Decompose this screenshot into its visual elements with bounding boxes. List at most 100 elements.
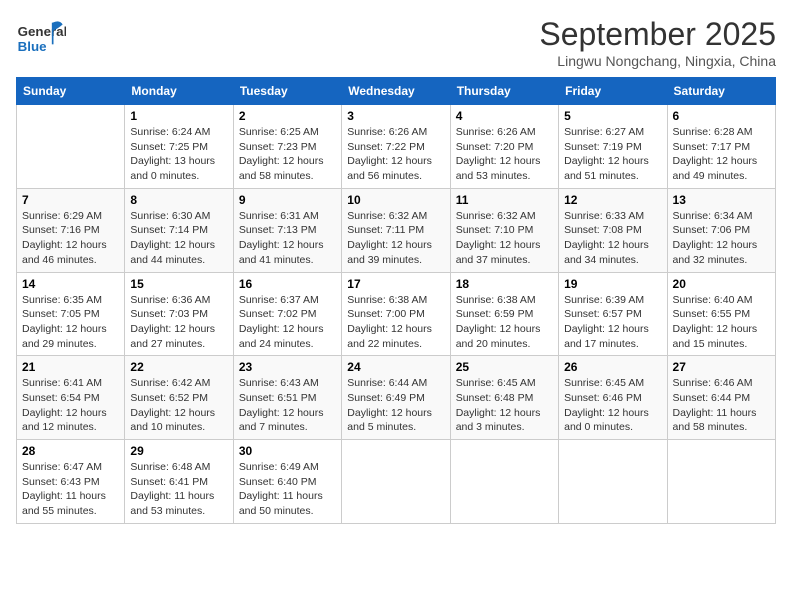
day-number: 25 [456,360,553,374]
header-friday: Friday [559,78,667,105]
day-number: 14 [22,277,119,291]
calendar-cell: 19 Sunrise: 6:39 AMSunset: 6:57 PMDayligh… [559,272,667,356]
calendar-cell [667,440,775,524]
calendar-cell: 6Sunrise: 6:28 AMSunset: 7:17 PMDaylight… [667,105,775,189]
day-info: Sunrise: 6:34 AMSunset: 7:06 PMDaylight:… [673,209,770,268]
day-number: 28 [22,444,119,458]
calendar-cell: 23Sunrise: 6:43 AMSunset: 6:51 PMDayligh… [233,356,341,440]
day-info: Sunrise: 6:36 AMSunset: 7:03 PMDaylight:… [130,293,227,352]
month-title: September 2025 [539,16,776,53]
calendar-cell: 16 Sunrise: 6:37 AMSunset: 7:02 PMDayligh… [233,272,341,356]
calendar-cell: 22 Sunrise: 6:42 AMSunset: 6:52 PMDayligh… [125,356,233,440]
calendar-cell: 20 Sunrise: 6:40 AMSunset: 6:55 PMDayligh… [667,272,775,356]
day-info: Sunrise: 6:37 AMSunset: 7:02 PMDaylight:… [239,293,336,352]
calendar-cell: 7 Sunrise: 6:29 AMSunset: 7:16 PMDaylight… [17,188,125,272]
day-number: 6 [673,109,770,123]
day-info: Sunrise: 6:47 AMSunset: 6:43 PMDaylight:… [22,460,119,519]
calendar-cell: 24Sunrise: 6:44 AMSunset: 6:49 PMDayligh… [342,356,450,440]
day-info: Sunrise: 6:32 AMSunset: 7:10 PMDaylight:… [456,209,553,268]
calendar-week-row: 14 Sunrise: 6:35 AMSunset: 7:05 PMDayligh… [17,272,776,356]
day-info: Sunrise: 6:43 AMSunset: 6:51 PMDaylight:… [239,376,336,435]
day-number: 20 [673,277,770,291]
calendar-cell: 3 Sunrise: 6:26 AMSunset: 7:22 PMDaylight… [342,105,450,189]
day-number: 8 [130,193,227,207]
header-sunday: Sunday [17,78,125,105]
day-number: 22 [130,360,227,374]
day-number: 16 [239,277,336,291]
days-of-week-row: Sunday Monday Tuesday Wednesday Thursday… [17,78,776,105]
header-saturday: Saturday [667,78,775,105]
day-number: 7 [22,193,119,207]
calendar-cell: 14 Sunrise: 6:35 AMSunset: 7:05 PMDayligh… [17,272,125,356]
day-info: Sunrise: 6:29 AMSunset: 7:16 PMDaylight:… [22,209,119,268]
day-number: 27 [673,360,770,374]
calendar-cell [342,440,450,524]
day-info: Sunrise: 6:45 AMSunset: 6:46 PMDaylight:… [564,376,661,435]
day-number: 12 [564,193,661,207]
day-number: 19 [564,277,661,291]
calendar-week-row: 1 Sunrise: 6:24 AMSunset: 7:25 PMDaylight… [17,105,776,189]
logo: General Blue [16,16,66,56]
day-info: Sunrise: 6:38 AMSunset: 6:59 PMDaylight:… [456,293,553,352]
day-info: Sunrise: 6:39 AMSunset: 6:57 PMDaylight:… [564,293,661,352]
calendar-header: Sunday Monday Tuesday Wednesday Thursday… [17,78,776,105]
calendar-cell: 2Sunrise: 6:25 AMSunset: 7:23 PMDaylight… [233,105,341,189]
calendar-cell: 26 Sunrise: 6:45 AMSunset: 6:46 PMDayligh… [559,356,667,440]
svg-text:Blue: Blue [18,39,47,54]
location-subtitle: Lingwu Nongchang, Ningxia, China [539,53,776,69]
day-number: 30 [239,444,336,458]
day-info: Sunrise: 6:49 AMSunset: 6:40 PMDaylight:… [239,460,336,519]
day-info: Sunrise: 6:26 AMSunset: 7:22 PMDaylight:… [347,125,444,184]
calendar-cell: 21Sunrise: 6:41 AMSunset: 6:54 PMDayligh… [17,356,125,440]
calendar-cell [17,105,125,189]
calendar-week-row: 7 Sunrise: 6:29 AMSunset: 7:16 PMDaylight… [17,188,776,272]
day-info: Sunrise: 6:33 AMSunset: 7:08 PMDaylight:… [564,209,661,268]
calendar-cell: 18 Sunrise: 6:38 AMSunset: 6:59 PMDayligh… [450,272,558,356]
calendar-cell: 28 Sunrise: 6:47 AMSunset: 6:43 PMDayligh… [17,440,125,524]
calendar-cell: 15 Sunrise: 6:36 AMSunset: 7:03 PMDayligh… [125,272,233,356]
day-number: 26 [564,360,661,374]
calendar-body: 1 Sunrise: 6:24 AMSunset: 7:25 PMDaylight… [17,105,776,524]
day-info: Sunrise: 6:48 AMSunset: 6:41 PMDaylight:… [130,460,227,519]
calendar-cell: 13Sunrise: 6:34 AMSunset: 7:06 PMDayligh… [667,188,775,272]
calendar-table: Sunday Monday Tuesday Wednesday Thursday… [16,77,776,524]
calendar-cell: 29 Sunrise: 6:48 AMSunset: 6:41 PMDayligh… [125,440,233,524]
calendar-cell: 12 Sunrise: 6:33 AMSunset: 7:08 PMDayligh… [559,188,667,272]
day-number: 15 [130,277,227,291]
calendar-cell: 17Sunrise: 6:38 AMSunset: 7:00 PMDayligh… [342,272,450,356]
page-header: General Blue September 2025 Lingwu Nongc… [16,16,776,69]
logo-icon: General Blue [16,16,66,56]
header-thursday: Thursday [450,78,558,105]
day-info: Sunrise: 6:44 AMSunset: 6:49 PMDaylight:… [347,376,444,435]
calendar-week-row: 21Sunrise: 6:41 AMSunset: 6:54 PMDayligh… [17,356,776,440]
title-block: September 2025 Lingwu Nongchang, Ningxia… [539,16,776,69]
calendar-cell: 10Sunrise: 6:32 AMSunset: 7:11 PMDayligh… [342,188,450,272]
day-number: 18 [456,277,553,291]
day-info: Sunrise: 6:40 AMSunset: 6:55 PMDaylight:… [673,293,770,352]
day-number: 21 [22,360,119,374]
day-number: 3 [347,109,444,123]
calendar-cell: 25Sunrise: 6:45 AMSunset: 6:48 PMDayligh… [450,356,558,440]
day-info: Sunrise: 6:35 AMSunset: 7:05 PMDaylight:… [22,293,119,352]
day-number: 11 [456,193,553,207]
calendar-cell: 30 Sunrise: 6:49 AMSunset: 6:40 PMDayligh… [233,440,341,524]
header-monday: Monday [125,78,233,105]
day-number: 9 [239,193,336,207]
calendar-cell: 1 Sunrise: 6:24 AMSunset: 7:25 PMDaylight… [125,105,233,189]
day-info: Sunrise: 6:27 AMSunset: 7:19 PMDaylight:… [564,125,661,184]
calendar-cell: 11 Sunrise: 6:32 AMSunset: 7:10 PMDayligh… [450,188,558,272]
day-info: Sunrise: 6:26 AMSunset: 7:20 PMDaylight:… [456,125,553,184]
day-number: 1 [130,109,227,123]
calendar-week-row: 28 Sunrise: 6:47 AMSunset: 6:43 PMDayligh… [17,440,776,524]
day-info: Sunrise: 6:31 AMSunset: 7:13 PMDaylight:… [239,209,336,268]
day-info: Sunrise: 6:42 AMSunset: 6:52 PMDaylight:… [130,376,227,435]
calendar-cell: 4Sunrise: 6:26 AMSunset: 7:20 PMDaylight… [450,105,558,189]
calendar-cell: 27Sunrise: 6:46 AMSunset: 6:44 PMDayligh… [667,356,775,440]
day-info: Sunrise: 6:24 AMSunset: 7:25 PMDaylight:… [130,125,227,184]
day-info: Sunrise: 6:32 AMSunset: 7:11 PMDaylight:… [347,209,444,268]
calendar-cell: 5Sunrise: 6:27 AMSunset: 7:19 PMDaylight… [559,105,667,189]
day-info: Sunrise: 6:30 AMSunset: 7:14 PMDaylight:… [130,209,227,268]
header-tuesday: Tuesday [233,78,341,105]
calendar-cell [450,440,558,524]
day-number: 29 [130,444,227,458]
